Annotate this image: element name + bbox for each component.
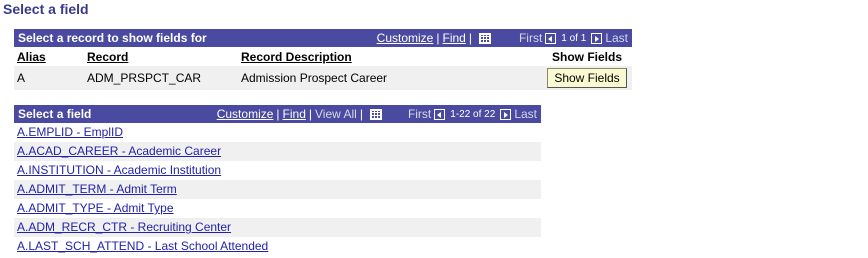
field-grid-view-all: View All [315,107,357,121]
record-grid-title: Select a record to show fields for [18,31,207,45]
grid-view-icon[interactable] [369,108,382,120]
field-link[interactable]: A.LAST_SCH_ATTEND - Last School Attended [17,239,268,253]
record-grid-column-headers: Alias Record Record Description Show Fie… [14,47,632,66]
record-grid-last: Last [605,31,628,45]
record-grid-count: 1 of 1 [561,32,587,44]
field-link[interactable]: A.EMPLID - EmplID [17,125,123,139]
field-link[interactable]: A.ADM_RECR_CTR - Recruiting Center [17,220,231,234]
field-grid-header: Select a field Customize | Find | View A… [14,105,541,123]
separator: | [359,107,363,121]
field-link[interactable]: A.ACAD_CAREER - Academic Career [17,144,221,158]
arrow-left-icon[interactable] [434,108,446,120]
record-grid-header: Select a record to show fields for Custo… [14,29,632,47]
column-show-fields: Show Fields [551,49,622,64]
show-fields-button[interactable]: Show Fields [547,68,627,88]
field-grid-first: First [407,107,432,121]
field-grid-find-link[interactable]: Find [283,107,306,121]
column-alias[interactable]: Alias [14,50,87,64]
cell-record: ADM_PRSPCT_CAR [87,71,202,85]
field-grid-count: 1-22 of 22 [450,108,496,120]
list-item: A.EMPLID - EmplID [14,123,541,142]
field-grid-title: Select a field [18,107,92,121]
table-row: A ADM_PRSPCT_CAR Admission Prospect Care… [14,66,632,90]
separator: | [436,31,440,45]
column-record-description[interactable]: Record Description [241,50,542,64]
arrow-right-icon[interactable] [591,32,603,44]
column-record[interactable]: Record [87,50,241,64]
grid-view-icon[interactable] [478,32,491,44]
field-link[interactable]: A.ADMIT_TYPE - Admit Type [17,201,174,215]
field-grid-nav: Customize | Find | View All | First 1-22… [217,107,537,121]
record-grid-nav: Customize | Find | First 1 of 1 Last [377,31,628,45]
list-item: A.ADMIT_TERM - Admit Term [14,180,541,199]
field-link[interactable]: A.ADMIT_TERM - Admit Term [17,182,177,196]
list-item: A.ACAD_CAREER - Academic Career [14,142,541,161]
field-link[interactable]: A.INSTITUTION - Academic Institution [17,163,221,177]
record-grid-find-link[interactable]: Find [442,31,465,45]
field-grid-last: Last [514,107,537,121]
separator: | [276,107,280,121]
cell-show-fields: Show Fields [542,68,632,88]
separator: | [468,31,472,45]
arrow-right-icon[interactable] [500,108,512,120]
arrow-left-icon[interactable] [545,32,557,44]
cell-record-description: Admission Prospect Career [241,71,388,85]
list-item: A.ADM_RECR_CTR - Recruiting Center [14,218,541,237]
field-grid-customize-link[interactable]: Customize [217,107,274,121]
list-item: A.LAST_SCH_ATTEND - Last School Attended [14,237,541,256]
cell-alias: A [17,71,26,85]
record-grid-customize-link[interactable]: Customize [377,31,434,45]
page-title: Select a field [3,1,89,17]
list-item: A.INSTITUTION - Academic Institution [14,161,541,180]
separator: | [308,107,312,121]
field-list: A.EMPLID - EmplID A.ACAD_CAREER - Academ… [14,123,541,256]
record-grid-first: First [518,31,543,45]
field-grid: Select a field Customize | Find | View A… [14,105,541,256]
list-item: A.ADMIT_TYPE - Admit Type [14,199,541,218]
record-grid: Select a record to show fields for Custo… [14,29,632,90]
